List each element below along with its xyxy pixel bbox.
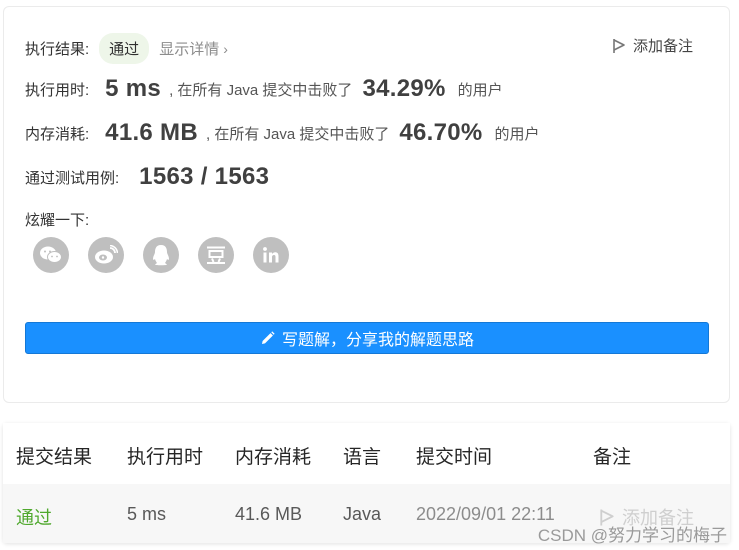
runtime-beat-text: , 在所有 Java 提交中击败了: [169, 81, 353, 99]
pencil-icon: [261, 330, 275, 344]
memory-percent: 46.70%: [399, 119, 483, 146]
share-row: 炫耀一下:: [25, 209, 89, 230]
douban-icon[interactable]: [198, 237, 234, 273]
runtime-value: 5 ms: [105, 75, 162, 102]
header-memory: 内存消耗: [235, 447, 312, 468]
row-runtime: 5 ms: [127, 504, 167, 524]
row-status-link[interactable]: 通过: [16, 504, 52, 530]
header-runtime: 执行用时: [127, 447, 204, 468]
add-note-button[interactable]: 添加备注: [612, 35, 693, 56]
row-language: Java: [343, 504, 382, 524]
result-row: 执行结果: 通过 显示详情 ›: [25, 33, 228, 64]
runtime-suffix: 的用户: [457, 81, 503, 99]
runtime-row: 执行用时: 5 ms , 在所有 Java 提交中击败了 34.29% 的用户: [25, 75, 503, 103]
testcases-label: 通过测试用例:: [25, 169, 120, 187]
weibo-icon[interactable]: [88, 237, 124, 273]
flag-icon: [613, 38, 625, 53]
testcases-row: 通过测试用例: 1563 / 1563: [25, 163, 269, 191]
header-language: 语言: [343, 447, 382, 468]
testcases-value: 1563 / 1563: [139, 163, 270, 190]
wechat-icon[interactable]: [33, 237, 69, 273]
result-card: 执行结果: 通过 显示详情 › 添加备注 执行用时: 5 ms , 在所有 Ja…: [3, 6, 730, 403]
write-solution-label: 写题解，分享我的解题思路: [281, 332, 474, 349]
memory-beat-text: , 在所有 Java 提交中击败了: [205, 125, 390, 143]
share-icons: [33, 237, 289, 273]
memory-label: 内存消耗:: [25, 125, 90, 143]
qq-icon[interactable]: [143, 237, 179, 273]
header-note: 备注: [593, 447, 632, 468]
memory-suffix: 的用户: [494, 125, 540, 143]
memory-value: 41.6 MB: [105, 119, 198, 146]
header-status: 提交结果: [16, 447, 93, 468]
row-memory: 41.6 MB: [235, 504, 303, 524]
row-submit-time: 2022/09/01 22:11: [416, 504, 555, 524]
share-label: 炫耀一下:: [25, 212, 90, 229]
memory-row: 内存消耗: 41.6 MB , 在所有 Java 提交中击败了 46.70% 的…: [25, 119, 540, 147]
chevron-right-icon: ›: [223, 40, 228, 57]
result-label: 执行结果:: [25, 41, 90, 58]
add-note-label: 添加备注: [632, 38, 693, 55]
status-badge: 通过: [99, 33, 150, 64]
table-header: 提交结果 执行用时 内存消耗 语言 提交时间 备注: [3, 423, 730, 484]
runtime-percent: 34.29%: [362, 75, 446, 102]
show-details-label: 显示详情: [159, 41, 220, 58]
runtime-label: 执行用时:: [25, 81, 90, 99]
show-details-link[interactable]: 显示详情 ›: [159, 38, 228, 59]
header-submit-time: 提交时间: [416, 447, 493, 468]
write-solution-button[interactable]: 写题解，分享我的解题思路: [25, 322, 709, 354]
linkedin-icon[interactable]: [253, 237, 289, 273]
watermark: CSDN @努力学习的梅子: [537, 526, 727, 545]
